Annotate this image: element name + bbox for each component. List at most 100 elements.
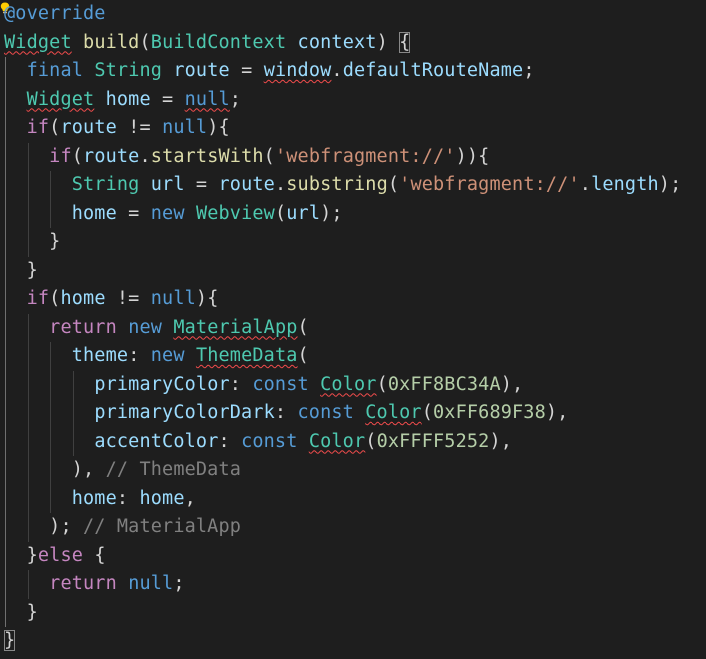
code-token: new xyxy=(150,345,185,366)
code-token: ( xyxy=(71,145,84,167)
code-token: Widget xyxy=(26,88,95,110)
code-token: ( xyxy=(274,202,287,224)
code-token: ThemeData xyxy=(195,345,298,366)
code-token: = xyxy=(229,60,264,81)
code-line[interactable]: accentColor: const Color(0xFFFF5252), xyxy=(4,428,512,457)
code-line[interactable]: } xyxy=(4,257,38,286)
code-token: const xyxy=(252,373,309,395)
code-token: ), xyxy=(4,459,106,480)
code-token: null xyxy=(162,117,208,138)
code-token: const xyxy=(297,402,354,423)
code-line[interactable]: if(route != null){ xyxy=(4,114,230,143)
code-line[interactable]: @override xyxy=(4,0,106,29)
code-token: : xyxy=(274,402,298,423)
code-line[interactable]: } xyxy=(4,599,38,628)
code-token: = xyxy=(184,174,219,195)
code-token: ( xyxy=(49,117,61,138)
code-line[interactable]: home = new Webview(url); xyxy=(4,200,343,229)
code-token: ); xyxy=(320,202,343,224)
code-token: BuildContext xyxy=(150,31,287,53)
code-line[interactable]: }else { xyxy=(4,542,106,571)
code-token: context xyxy=(297,31,377,53)
code-line[interactable]: Widget build(BuildContext context) { xyxy=(4,29,411,58)
code-token: Color xyxy=(308,430,366,452)
code-token: home xyxy=(139,487,185,509)
code-token: new xyxy=(150,202,185,224)
code-token: } xyxy=(4,259,38,281)
code-line[interactable]: primaryColor: const Color(0xFF8BC34A), xyxy=(4,371,523,400)
code-editor[interactable]: @override Widget build(BuildContext conte… xyxy=(0,0,706,659)
code-token: null xyxy=(184,88,230,110)
code-token: route xyxy=(218,174,275,195)
code-line[interactable]: theme: new ThemeData( xyxy=(4,342,309,371)
code-token: != xyxy=(116,117,163,138)
code-token: 0xFF8BC34A xyxy=(387,373,501,395)
code-token: . xyxy=(274,174,287,195)
code-token: Color xyxy=(365,402,422,423)
code-token: . xyxy=(331,60,343,81)
code-line[interactable]: } xyxy=(4,228,60,257)
code-token: substring xyxy=(286,174,388,195)
code-line[interactable]: Widget home = null; xyxy=(4,86,241,115)
code-token: = xyxy=(150,88,185,110)
code-token: Webview xyxy=(195,202,275,224)
code-token: 0xFFFF5252 xyxy=(376,430,490,452)
code-token: final xyxy=(26,60,84,81)
matched-bracket: } xyxy=(4,630,16,651)
code-line[interactable]: return new MaterialApp( xyxy=(4,314,309,343)
code-token: route xyxy=(173,60,230,81)
code-token: : xyxy=(116,487,140,509)
code-token: route xyxy=(60,117,117,138)
code-token: theme xyxy=(71,345,129,366)
code-line[interactable]: String url = route.substring('webfragmen… xyxy=(4,171,681,200)
code-token: ; xyxy=(173,573,185,594)
code-token: Color xyxy=(320,373,377,395)
code-token: 0xFF689F38 xyxy=(433,402,546,423)
code-line[interactable]: return null; xyxy=(4,570,185,599)
code-line[interactable]: home: home, xyxy=(4,485,196,514)
code-line[interactable]: final String route = window.defaultRoute… xyxy=(4,57,535,86)
code-line[interactable]: } xyxy=(4,627,16,656)
code-line[interactable]: ), // ThemeData xyxy=(4,456,241,485)
code-line[interactable]: if(route.startsWith('webfragment://')){ xyxy=(4,143,489,172)
code-line[interactable]: primaryColorDark: const Color(0xFF689F38… xyxy=(4,399,568,428)
code-token: ( xyxy=(297,345,309,366)
code-token: home xyxy=(71,487,117,509)
code-line[interactable]: ); // MaterialApp xyxy=(4,513,241,542)
code-token: build xyxy=(83,31,140,53)
code-token: null xyxy=(128,573,174,594)
code-token: { xyxy=(83,544,106,566)
code-token: defaultRouteName xyxy=(342,60,524,81)
matched-bracket: { xyxy=(399,31,411,53)
code-token: null xyxy=(150,288,196,309)
code-token: url xyxy=(150,174,185,195)
code-token: primaryColor xyxy=(94,373,230,395)
code-token: url xyxy=(286,202,321,224)
code-token: . xyxy=(579,174,592,195)
code-token: != xyxy=(105,288,151,309)
code-token: ), xyxy=(489,430,513,452)
code-token: accentColor xyxy=(94,430,219,452)
code-token: : xyxy=(218,430,242,452)
code-line[interactable]: if(home != null){ xyxy=(4,285,219,314)
code-token: window xyxy=(263,60,332,81)
